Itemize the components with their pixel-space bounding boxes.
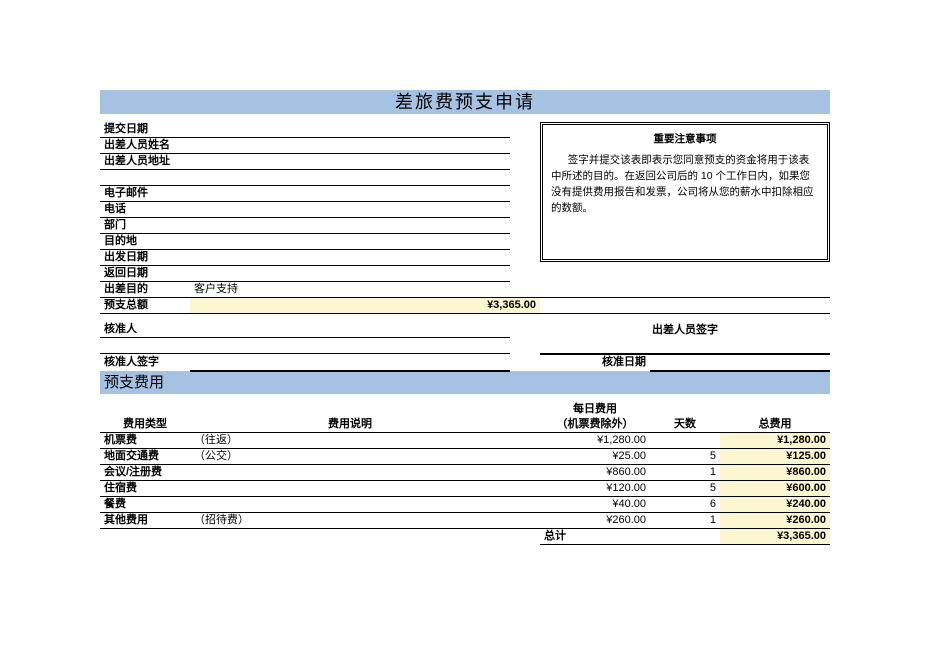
- expense-row: 住宿费 ¥120.00 5 ¥600.00: [100, 480, 830, 496]
- exp-desc[interactable]: [190, 480, 510, 496]
- value-approver[interactable]: [190, 322, 510, 338]
- approver-signature-line[interactable]: [190, 354, 510, 371]
- grand-total-value: ¥3,365.00: [720, 528, 830, 544]
- value-traveler-addr[interactable]: [190, 154, 510, 170]
- label-approve-date: 核准日期: [540, 354, 650, 371]
- label-traveler-name: 出差人员姓名: [100, 138, 190, 154]
- value-return-date[interactable]: [190, 266, 510, 282]
- exp-type: 会议/注册费: [100, 464, 190, 480]
- label-email: 电子邮件: [100, 186, 190, 202]
- exp-daily[interactable]: ¥40.00: [540, 496, 650, 512]
- exp-desc[interactable]: （招待费）: [190, 512, 510, 528]
- exp-total: ¥600.00: [720, 480, 830, 496]
- col-total: 总费用: [720, 417, 830, 433]
- exp-total: ¥125.00: [720, 448, 830, 464]
- traveler-signature-line[interactable]: [540, 338, 830, 354]
- exp-daily[interactable]: ¥25.00: [540, 448, 650, 464]
- exp-type: 机票费: [100, 432, 190, 448]
- expense-row: 会议/注册费 ¥860.00 1 ¥860.00: [100, 464, 830, 480]
- label-traveler-addr: 出差人员地址: [100, 154, 190, 170]
- travel-advance-form: 差旅费预支申请 提交日期 重要注意事项 签字并提交该表即表示您同意预支的资金将用…: [100, 90, 830, 545]
- value-destination[interactable]: [190, 234, 510, 250]
- exp-days[interactable]: [650, 432, 720, 448]
- col-type: 费用类型: [100, 417, 190, 433]
- label-purpose: 出差目的: [100, 282, 190, 298]
- col-desc: 费用说明: [190, 417, 510, 433]
- notice-body: 签字并提交该表即表示您同意预支的资金将用于该表中所述的目的。在返回公司后的 10…: [551, 152, 819, 217]
- expense-row: 机票费 （往返） ¥1,280.00 ¥1,280.00: [100, 432, 830, 448]
- exp-total: ¥240.00: [720, 496, 830, 512]
- exp-daily[interactable]: ¥260.00: [540, 512, 650, 528]
- expense-row: 其他费用 （招待费） ¥260.00 1 ¥260.00: [100, 512, 830, 528]
- col-daily-line1: 每日费用: [540, 402, 650, 417]
- value-traveler-name[interactable]: [190, 138, 510, 154]
- value-depart-date[interactable]: [190, 250, 510, 266]
- form-title: 差旅费预支申请: [395, 92, 535, 112]
- grand-total-row: 总计 ¥3,365.00: [100, 528, 830, 544]
- value-advance-total: ¥3,365.00: [190, 298, 540, 314]
- exp-desc[interactable]: [190, 464, 510, 480]
- exp-type: 住宿费: [100, 480, 190, 496]
- approve-date-line[interactable]: [650, 354, 830, 371]
- label-submit-date: 提交日期: [100, 122, 190, 138]
- exp-daily[interactable]: ¥120.00: [540, 480, 650, 496]
- label-phone: 电话: [100, 202, 190, 218]
- grand-total-label: 总计: [540, 528, 650, 544]
- col-days: 天数: [650, 417, 720, 433]
- label-approver: 核准人: [100, 322, 190, 338]
- form-title-row: 差旅费预支申请: [100, 90, 830, 114]
- label-dept: 部门: [100, 218, 190, 234]
- expense-row: 地面交通费 （公交） ¥25.00 5 ¥125.00: [100, 448, 830, 464]
- value-submit-date[interactable]: [190, 122, 510, 138]
- exp-total: ¥1,280.00: [720, 432, 830, 448]
- exp-daily[interactable]: ¥860.00: [540, 464, 650, 480]
- col-daily-line2: （机票费除外）: [540, 417, 650, 433]
- traveler-signature-header: 出差人员签字: [540, 322, 830, 338]
- exp-days[interactable]: 6: [650, 496, 720, 512]
- exp-days[interactable]: 1: [650, 512, 720, 528]
- exp-days[interactable]: 5: [650, 448, 720, 464]
- notice-heading: 重要注意事项: [551, 131, 819, 147]
- value-email[interactable]: [190, 186, 510, 202]
- exp-desc[interactable]: （往返）: [190, 432, 510, 448]
- exp-days[interactable]: 1: [650, 464, 720, 480]
- exp-type: 其他费用: [100, 512, 190, 528]
- value-dept[interactable]: [190, 218, 510, 234]
- exp-desc[interactable]: [190, 496, 510, 512]
- exp-type: 餐费: [100, 496, 190, 512]
- exp-type: 地面交通费: [100, 448, 190, 464]
- exp-total: ¥860.00: [720, 464, 830, 480]
- exp-daily[interactable]: ¥1,280.00: [540, 432, 650, 448]
- label-advance-total: 预支总额: [100, 298, 190, 314]
- value-phone[interactable]: [190, 202, 510, 218]
- exp-days[interactable]: 5: [650, 480, 720, 496]
- label-return-date: 返回日期: [100, 266, 190, 282]
- label-approver-sig: 核准人签字: [100, 354, 190, 371]
- important-notice: 重要注意事项 签字并提交该表即表示您同意预支的资金将用于该表中所述的目的。在返回…: [540, 122, 830, 262]
- exp-total: ¥260.00: [720, 512, 830, 528]
- expense-row: 餐费 ¥40.00 6 ¥240.00: [100, 496, 830, 512]
- expenses-section-header: 预支费用: [100, 371, 830, 394]
- exp-desc[interactable]: （公交）: [190, 448, 510, 464]
- value-purpose[interactable]: 客户支持: [190, 282, 830, 298]
- label-destination: 目的地: [100, 234, 190, 250]
- label-depart-date: 出发日期: [100, 250, 190, 266]
